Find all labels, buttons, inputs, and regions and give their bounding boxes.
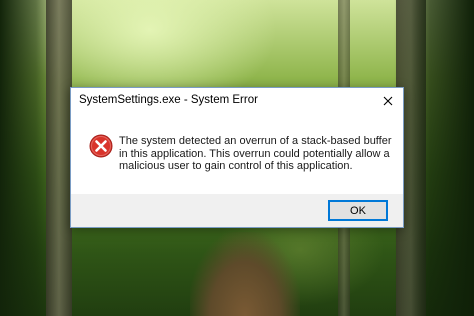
system-error-dialog: SystemSettings.exe - System Error The sy… [70,87,404,228]
dialog-footer: OK [71,194,403,227]
dialog-titlebar[interactable]: SystemSettings.exe - System Error [71,88,403,114]
error-icon [89,134,113,158]
dialog-title: SystemSettings.exe - System Error [79,94,258,106]
ok-button[interactable]: OK [328,200,388,221]
close-icon [383,96,393,106]
forest-path [190,232,300,316]
close-button[interactable] [375,90,401,112]
tree-trunk [46,0,72,316]
dialog-content: The system detected an overrun of a stac… [71,114,403,194]
error-message: The system detected an overrun of a stac… [119,135,392,172]
